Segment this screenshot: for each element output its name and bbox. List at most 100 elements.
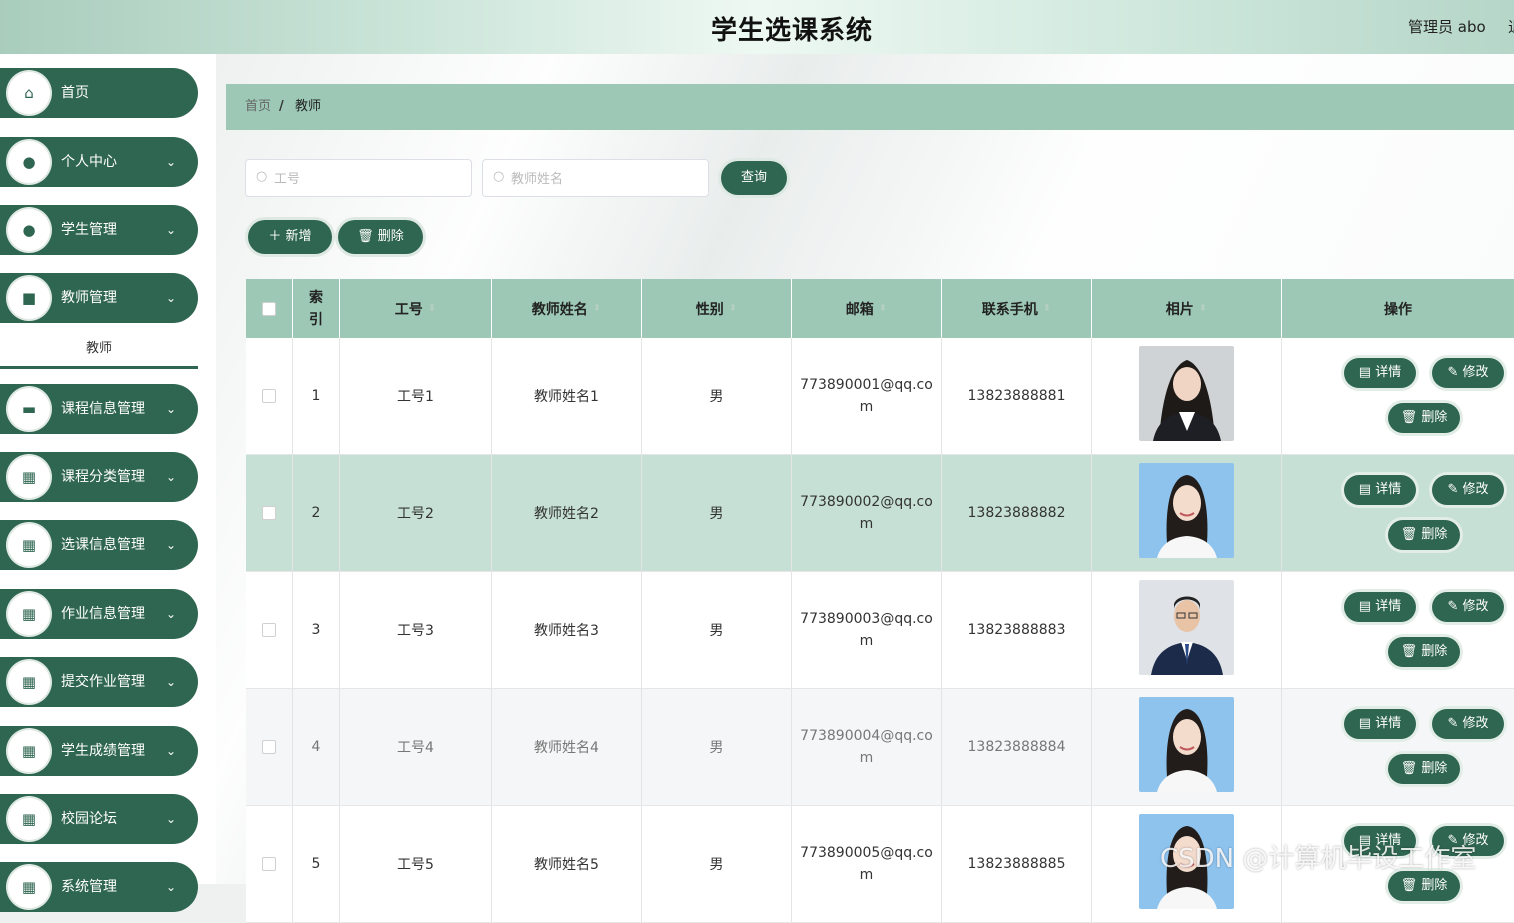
cell-email: 773890002@qq.com [792,455,942,571]
current-user[interactable]: 管理员 abo [1408,16,1486,37]
select-all-checkbox[interactable] [262,301,276,316]
cell-actions: ▤ 详情 ✎ 修改 🗑 删除 [1282,338,1514,454]
detail-button[interactable]: ▤ 详情 [1344,709,1416,739]
sort-icon[interactable]: ⬍ [1043,303,1051,314]
cell-photo [1092,338,1282,454]
sidebar-item[interactable]: ▦ 课程分类管理 ⌄ [0,452,198,502]
sidebar-item[interactable]: ▦ 作业信息管理 ⌄ [0,589,198,639]
sidebar-item-label: 作业信息管理 [61,606,145,622]
delete-button[interactable]: 🗑 删除 [1388,637,1460,667]
edit-button[interactable]: ✎ 修改 [1432,358,1504,388]
col-gender[interactable]: 性别 ⬍ [642,279,792,338]
grid-icon: ▦ [8,798,50,840]
chevron-down-icon: ⌄ [166,291,177,305]
cell-name: 教师姓名4 [492,689,642,805]
cell-id: 工号3 [340,572,492,688]
teacher-photo[interactable] [1139,580,1234,675]
sort-icon[interactable]: ⬍ [593,303,601,314]
detail-button[interactable]: ▤ 详情 [1344,592,1416,622]
grid-icon: ▦ [8,456,50,498]
edit-button[interactable]: ✎ 修改 [1432,709,1504,739]
delete-button[interactable]: 🗑 删除 [1388,754,1460,784]
breadcrumb-separator: / [279,99,284,114]
row-select-cell[interactable] [246,338,293,454]
sidebar-item[interactable]: ▬ 课程信息管理 ⌄ [0,384,198,434]
sidebar-item[interactable]: ■ 教师管理 ⌄ [0,273,198,323]
row-select-cell[interactable] [246,455,293,571]
breadcrumb: 首页 / 教师 [226,84,1514,130]
detail-button[interactable]: ▤ 详情 [1344,475,1416,505]
cell-actions: ▤ 详情 ✎ 修改 🗑 删除 [1282,689,1514,805]
table-row[interactable]: 4 工号4 教师姓名4 男 773890004@qq.com 13823888884 ▤ 详… [246,689,1514,806]
row-checkbox[interactable] [262,389,276,403]
query-button[interactable]: 查询 [721,161,787,195]
batch-delete-button[interactable]: 🗑 删除 [338,220,423,254]
cell-gender: 男 [642,572,792,688]
col-name[interactable]: 教师姓名 ⬍ [492,279,642,338]
teacher-name-search[interactable]: ○ [482,159,709,197]
teacher-photo[interactable] [1139,346,1234,441]
teacher-photo[interactable] [1139,697,1234,792]
delete-button[interactable]: 🗑 删除 [1388,403,1460,433]
sort-icon[interactable]: ⬍ [1199,303,1207,314]
row-select-cell[interactable] [246,572,293,688]
teacher-photo[interactable] [1139,463,1234,558]
table-row[interactable]: 2 工号2 教师姓名2 男 773890002@qq.com 13823888882 ▤ 详… [246,455,1514,572]
delete-button[interactable]: 🗑 删除 [1388,871,1460,901]
edit-icon: ✎ [1447,482,1463,497]
sort-icon[interactable]: ⬍ [428,303,436,314]
row-select-cell[interactable] [246,689,293,805]
document-icon: ▤ [1358,482,1376,497]
delete-button[interactable]: 🗑 删除 [1388,520,1460,550]
col-index: 索引 [293,279,340,338]
col-id[interactable]: 工号 ⬍ [340,279,492,338]
chevron-down-icon: ⌄ [166,880,177,894]
cell-phone: 13823888884 [942,689,1092,805]
teacher-name-input[interactable] [509,166,703,192]
col-email[interactable]: 邮箱 ⬍ [792,279,942,338]
sidebar-subitem-teacher[interactable]: 教师 [0,332,198,369]
row-checkbox[interactable] [262,740,276,754]
trash-icon: 🗑 [1400,644,1422,659]
logout-link[interactable]: 退 [1508,16,1514,37]
cell-phone: 13823888885 [942,806,1092,922]
col-actions: 操作 [1384,301,1412,318]
cell-index: 5 [293,806,340,922]
cell-gender: 男 [642,806,792,922]
table-row[interactable]: 1 工号1 教师姓名1 男 773890001@qq.com 13823888881 ▤ 详… [246,338,1514,455]
col-phone[interactable]: 联系手机 ⬍ [942,279,1092,338]
sort-icon[interactable]: ⬍ [729,303,737,314]
cell-photo [1092,689,1282,805]
sort-icon[interactable]: ⬍ [879,303,887,314]
sidebar-item-label: 教师管理 [61,290,117,306]
sidebar-item-label: 提交作业管理 [61,674,145,690]
cell-photo [1092,572,1282,688]
sidebar-item[interactable]: ▦ 系统管理 ⌄ [0,862,198,912]
row-checkbox[interactable] [262,506,276,520]
row-checkbox[interactable] [262,623,276,637]
teacher-id-input[interactable] [272,166,466,192]
sidebar-item[interactable]: ● 个人中心 ⌄ [0,137,198,187]
sidebar-item[interactable]: ▦ 选课信息管理 ⌄ [0,520,198,570]
col-photo[interactable]: 相片 ⬍ [1092,279,1282,338]
document-icon: ▤ [1358,716,1376,731]
breadcrumb-home[interactable]: 首页 [245,84,271,130]
table-row[interactable]: 3 工号3 教师姓名3 男 773890003@qq.com 13823888883 ▤ 详… [246,572,1514,689]
edit-button[interactable]: ✎ 修改 [1432,592,1504,622]
sidebar-item[interactable]: ▦ 提交作业管理 ⌄ [0,657,198,707]
edit-button[interactable]: ✎ 修改 [1432,475,1504,505]
cell-email: 773890003@qq.com [792,572,942,688]
cell-id: 工号2 [340,455,492,571]
cell-email: 773890005@qq.com [792,806,942,922]
row-select-cell[interactable] [246,806,293,922]
sidebar-item[interactable]: ▦ 校园论坛 ⌄ [0,794,198,844]
sidebar-item[interactable]: ⌂ 首页 [0,68,198,118]
select-all-cell[interactable] [246,279,293,338]
teacher-id-search[interactable]: ○ [245,159,472,197]
sidebar-item[interactable]: ● 学生管理 ⌄ [0,205,198,255]
row-checkbox[interactable] [262,857,276,871]
detail-button[interactable]: ▤ 详情 [1344,358,1416,388]
add-button[interactable]: ＋ 新增 [248,220,332,254]
sidebar-item[interactable]: ▦ 学生成绩管理 ⌄ [0,726,198,776]
cell-actions: ▤ 详情 ✎ 修改 🗑 删除 [1282,455,1514,571]
